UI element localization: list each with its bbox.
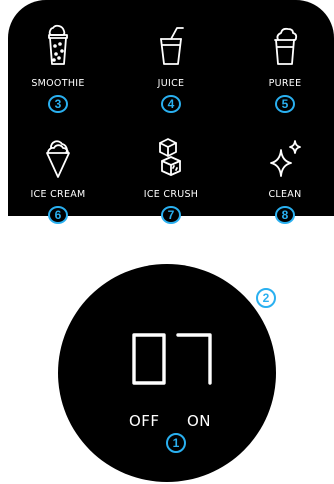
program-label: ICE CRUSH [143, 189, 199, 200]
control-dial[interactable]: 07 OFF ON 1 [58, 264, 276, 482]
program-ice-crush[interactable]: ICE CRUSH 7 [121, 111, 221, 224]
sparkle-icon [265, 135, 305, 179]
program-label: ICE CREAM [30, 189, 86, 200]
dial-callout-badge: 2 [256, 288, 276, 308]
program-clean[interactable]: CLEAN 8 [235, 111, 334, 224]
program-panel: SMOOTHIE 3 JUICE 4 PUREE 5 ICE CREAM 6 I… [8, 0, 334, 224]
program-juice[interactable]: JUICE 4 [121, 0, 221, 113]
callout-badge: 7 [161, 206, 181, 224]
on-label[interactable]: ON [187, 412, 211, 430]
program-label: SMOOTHIE [31, 78, 85, 89]
smoothie-cup-icon [38, 24, 78, 68]
program-puree[interactable]: PUREE 5 [235, 0, 334, 113]
ice-cubes-icon [151, 135, 191, 179]
program-label: CLEAN [268, 189, 302, 200]
program-label: PUREE [268, 78, 302, 89]
program-smoothie[interactable]: SMOOTHIE 3 [8, 0, 108, 113]
callout-badge: 6 [48, 206, 68, 224]
off-label[interactable]: OFF [129, 412, 160, 430]
juice-glass-icon [151, 24, 191, 68]
program-ice-cream[interactable]: ICE CREAM 6 [8, 111, 108, 224]
puree-cup-icon [265, 24, 305, 68]
time-display: 07 [131, 332, 213, 386]
callout-badge: 1 [166, 433, 186, 453]
callout-badge: 8 [275, 206, 295, 224]
ice-cream-cone-icon [38, 135, 78, 179]
program-label: JUICE [157, 78, 185, 89]
seven-segment-digits [132, 333, 212, 385]
